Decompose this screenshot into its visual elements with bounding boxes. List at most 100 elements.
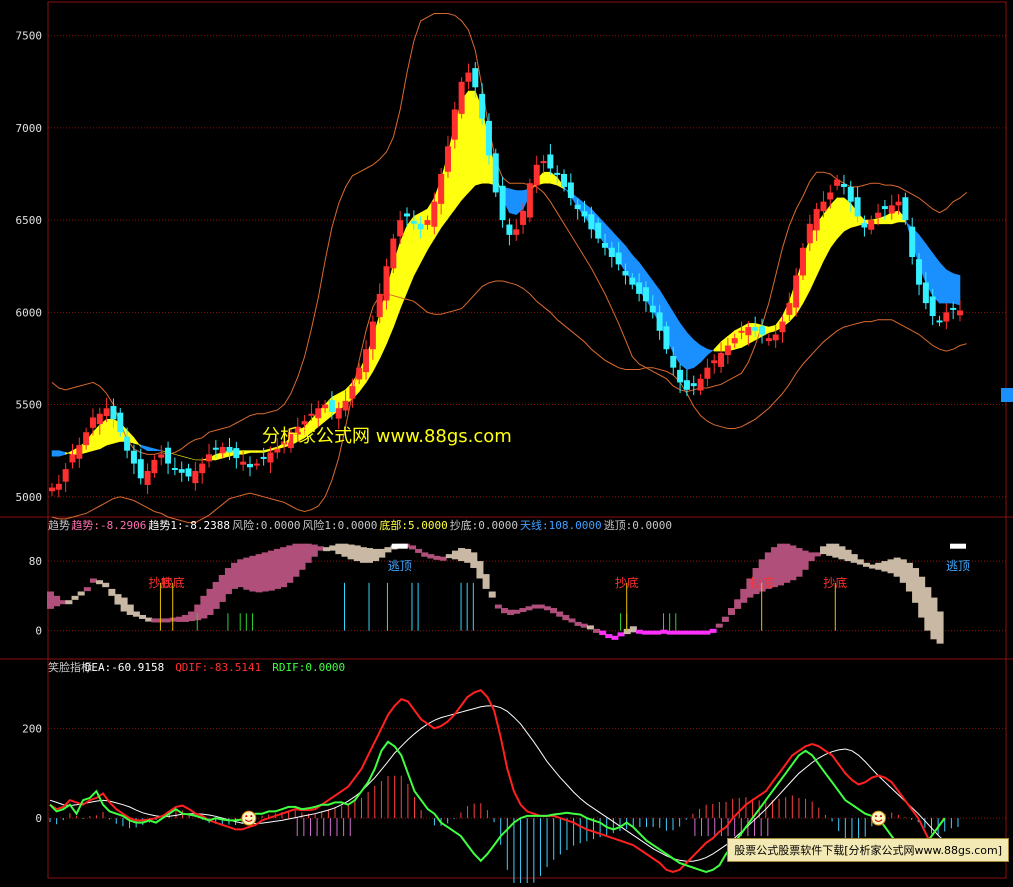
indicator-header-item: QDIF:-83.5141 [175, 661, 261, 674]
trend-block [451, 550, 459, 560]
trend-block [930, 597, 938, 640]
trend-block [703, 630, 711, 635]
indicator-header-item: 逃顶:0.0000 [604, 519, 672, 532]
ma-ribbon-segment [399, 225, 408, 309]
trend-block [59, 600, 67, 605]
trend-block [537, 604, 545, 609]
ma-ribbon-segment [707, 348, 715, 356]
trend-block [464, 548, 472, 563]
trend-block [531, 604, 539, 609]
trend-block [697, 630, 705, 635]
ma-ribbon-segment [693, 339, 701, 369]
ma-ribbon-segment [686, 331, 695, 370]
candle-up [520, 210, 527, 225]
candle-up [397, 220, 404, 237]
trend-block [488, 591, 496, 598]
trend-block [237, 559, 245, 588]
candle-up [704, 367, 711, 379]
trend-block [807, 552, 815, 562]
ma-ribbon-segment [263, 448, 271, 453]
candle-down [909, 226, 916, 257]
trend-block [734, 599, 742, 609]
trend-block [586, 625, 594, 630]
trend-block [501, 608, 508, 614]
trend-block [255, 554, 263, 593]
candle-down [567, 182, 574, 198]
candle-up [765, 338, 772, 342]
candle-up [813, 209, 820, 231]
candle-down [233, 448, 240, 459]
trend-block [887, 559, 895, 574]
trend-block [200, 595, 208, 619]
trend-block [813, 552, 821, 557]
candle-up [103, 408, 110, 416]
candle-up [274, 448, 281, 453]
ma-ribbon-segment [181, 455, 189, 459]
trend-block [642, 630, 650, 635]
candle-down [574, 204, 581, 210]
trend-block [218, 574, 226, 602]
trend-block [494, 604, 502, 609]
y-tick-label: 80 [29, 555, 42, 568]
candle-down [916, 259, 923, 285]
ma-ribbon-segment [829, 197, 838, 249]
candle-up [267, 452, 274, 463]
candle-down [759, 326, 766, 335]
trend-block [445, 554, 453, 559]
y-tick-label: 0 [35, 812, 42, 825]
trend-block [120, 597, 128, 612]
trend-block [384, 547, 392, 553]
footer-banner[interactable]: 股票公式股票软件下载[分析家公式网www.88gs.com] [727, 838, 1009, 862]
trend-block [513, 609, 521, 614]
trend-block [820, 546, 828, 555]
chart-canvas: 7500 7000 6500 6000 5500 5000 分析家公式网 www.88gs.… [0, 0, 1013, 887]
trend-block [844, 549, 852, 562]
candle-down [472, 68, 479, 88]
trend-block [181, 614, 189, 622]
candle-up [308, 413, 315, 416]
candle-down [840, 183, 847, 187]
indicator-header-item: 天线:108.0000 [520, 518, 602, 532]
trend-block [372, 548, 380, 562]
ma-ribbon-segment [65, 450, 73, 455]
trend-block [838, 546, 846, 560]
ma-ribbon-segment [932, 252, 940, 304]
trend-block [274, 548, 281, 589]
trend-block [789, 545, 797, 581]
ma-ribbon-segment [823, 204, 831, 261]
candle-up [540, 161, 547, 164]
buy-signal-label: 抄底 [161, 575, 185, 590]
candle-down [328, 400, 335, 412]
candle-down [554, 172, 561, 175]
candle-down [642, 287, 649, 302]
candle-down [117, 412, 124, 433]
candle-down [663, 326, 670, 350]
trend-block [635, 629, 643, 634]
smiley-eye [879, 815, 882, 818]
candle-up [888, 205, 895, 214]
trend-block [918, 576, 926, 618]
candle-down [137, 459, 144, 479]
candle-up [219, 446, 226, 454]
trend-block [341, 543, 349, 557]
trend-block [672, 630, 680, 635]
candle-up [89, 417, 96, 428]
candle-down [608, 247, 615, 257]
trend-block [856, 559, 864, 565]
trend-block [605, 634, 613, 639]
candle-up [383, 266, 390, 301]
candle-up [697, 378, 704, 391]
candle-up [315, 408, 322, 419]
indicator-header-item: 风险:0.0000 [232, 518, 300, 532]
candle-down [656, 312, 663, 331]
indicator-header-item: 趋势 [48, 519, 70, 532]
candle-down [171, 468, 178, 471]
candle-down [588, 214, 595, 230]
candle-up [806, 223, 813, 244]
trend-block [777, 543, 785, 586]
candle-down [847, 186, 854, 202]
trend-block [826, 543, 834, 556]
candle-up [55, 483, 62, 490]
candle-up [957, 310, 963, 316]
candle-up [62, 469, 69, 482]
